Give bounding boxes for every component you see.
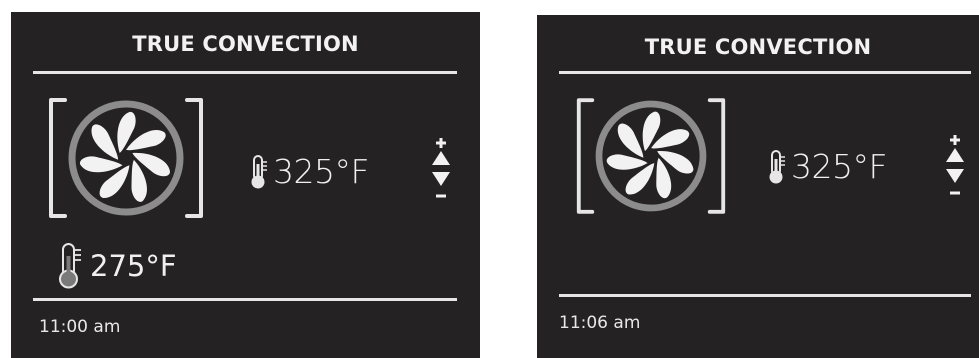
actual-temperature-value: 275°F xyxy=(90,249,177,283)
title-divider xyxy=(559,71,971,74)
clock-time: 11:06 am xyxy=(559,313,641,333)
set-temperature-value: 325°F xyxy=(273,152,369,191)
oven-display-screen-1: TRUE CONVECTION 325°F 275°F 11:00 am xyxy=(11,12,480,358)
footer-divider xyxy=(33,298,457,301)
temperature-up-down-icon[interactable] xyxy=(943,133,967,203)
mode-title: TRUE CONVECTION xyxy=(132,32,359,56)
oven-display-screen-2: TRUE CONVECTION 325°F 11:06 am xyxy=(537,15,979,358)
title-divider xyxy=(33,71,457,74)
footer-divider xyxy=(559,294,971,297)
set-temperature[interactable]: 325°F xyxy=(767,147,887,186)
clock-time: 11:00 am xyxy=(39,317,121,337)
temperature-up-down-icon[interactable] xyxy=(429,136,453,206)
thermometer-icon xyxy=(249,154,269,190)
mode-title: TRUE CONVECTION xyxy=(644,35,872,59)
convection-fan-icon[interactable] xyxy=(573,94,729,218)
thermometer-icon xyxy=(56,242,84,290)
thermometer-icon xyxy=(767,149,787,185)
set-temperature-value: 325°F xyxy=(791,147,887,186)
set-temperature[interactable]: 325°F xyxy=(249,152,369,191)
convection-fan-icon[interactable] xyxy=(45,94,207,222)
actual-temperature: 275°F xyxy=(56,242,177,290)
